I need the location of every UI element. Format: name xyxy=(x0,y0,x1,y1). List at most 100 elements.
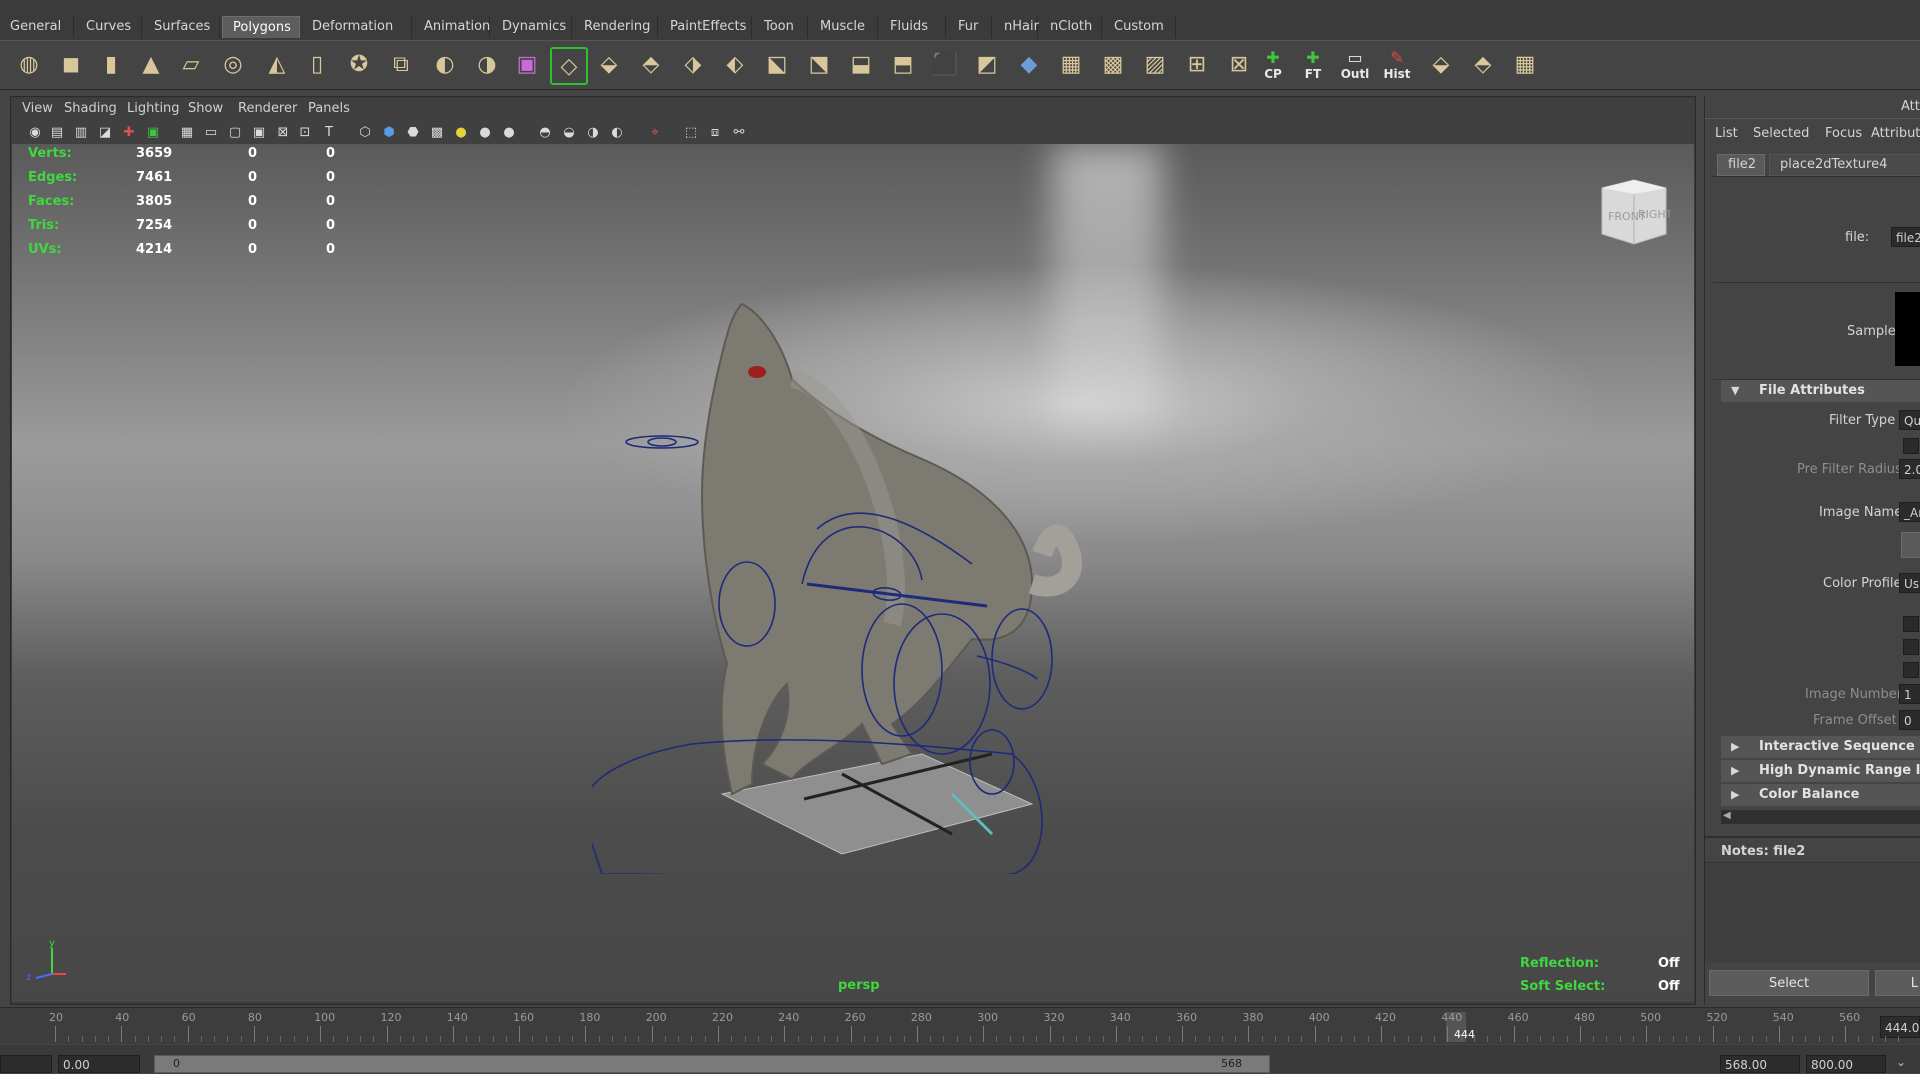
history-button[interactable]: ✎ Hist xyxy=(1380,47,1414,81)
shelf-tab-surfaces[interactable]: Surfaces xyxy=(144,16,220,38)
smooth-proxy-icon[interactable]: ▣ xyxy=(510,47,544,81)
current-frame-field[interactable]: 444.0 xyxy=(1880,1016,1920,1038)
pre-filter-checkbox[interactable] xyxy=(1903,438,1919,454)
wireframe-on-shaded-icon[interactable]: ⬣ xyxy=(404,123,422,141)
extrude-icon[interactable]: ◇ xyxy=(550,47,588,85)
checker-alt-icon[interactable]: ▩ xyxy=(1096,47,1130,81)
separate-icon[interactable]: ◐ xyxy=(428,47,462,81)
uv-editor-icon[interactable]: ⊠ xyxy=(1222,47,1256,81)
bevel-icon[interactable]: ⬓ xyxy=(844,47,878,81)
xray-components-icon[interactable]: ◐ xyxy=(608,123,626,141)
paint-weights-icon[interactable]: ⬘ xyxy=(1466,47,1500,81)
poly-torus-icon[interactable]: ◎ xyxy=(216,47,250,81)
gate-mask-icon[interactable]: ▣ xyxy=(250,123,268,141)
ae-menu-selected[interactable]: Selected xyxy=(1753,126,1809,141)
camera-attributes-icon[interactable]: ▤ xyxy=(48,123,66,141)
section-file-attributes[interactable]: ▼ File Attributes xyxy=(1721,380,1920,402)
grease-pencil-icon[interactable]: ▣ xyxy=(144,123,162,141)
poke-icon[interactable]: ⬛ xyxy=(928,47,962,81)
shelf-tab-painteffects[interactable]: PaintEffects xyxy=(660,16,752,38)
wedge-icon[interactable]: ⬒ xyxy=(886,47,920,81)
use-frame-extension-checkbox[interactable] xyxy=(1903,639,1919,655)
ae-menu-attributes[interactable]: Attribute xyxy=(1871,126,1920,141)
tab-place2dtexture4[interactable]: place2dTexture4 xyxy=(1769,154,1920,176)
shelf-tab-dynamics[interactable]: Dynamics xyxy=(492,16,572,38)
use-hardware-texture-checkbox[interactable] xyxy=(1903,662,1919,678)
cylindrical-map-icon[interactable]: ◆ xyxy=(1012,47,1046,81)
section-interactive-sequence[interactable]: ▶ Interactive Sequence Ca xyxy=(1721,736,1920,758)
image-name-field[interactable]: _Ar xyxy=(1899,502,1920,522)
tab-file2[interactable]: file2 xyxy=(1717,154,1765,176)
poly-cube-icon[interactable]: ◼ xyxy=(54,47,88,81)
section-color-balance[interactable]: ▶ Color Balance xyxy=(1721,784,1920,806)
append-polygon-icon[interactable]: ⬘ xyxy=(634,47,668,81)
ae-menu-list[interactable]: List xyxy=(1715,126,1738,141)
filter-type-dropdown[interactable]: Qu xyxy=(1899,410,1920,430)
wolf-model[interactable] xyxy=(592,284,1212,874)
ae-menu-focus[interactable]: Focus xyxy=(1825,126,1862,141)
file-node-name-field[interactable]: file2 xyxy=(1891,227,1920,247)
smooth-icon[interactable]: ◑ xyxy=(470,47,504,81)
shelf-tab-rendering[interactable]: Rendering xyxy=(574,16,658,38)
cp-button[interactable]: ✚ CP xyxy=(1256,47,1290,81)
shadows-icon[interactable]: ● xyxy=(500,123,518,141)
scroll-left-icon[interactable]: ◀ xyxy=(1723,810,1731,821)
view-cube-icon[interactable]: FRONT RIGHT xyxy=(1594,176,1670,248)
planar-map-icon[interactable]: ◩ xyxy=(970,47,1004,81)
offset-edge-loop-icon[interactable]: ⬕ xyxy=(760,47,794,81)
menu-shading[interactable]: Shading xyxy=(64,101,117,116)
uv-layout-icon[interactable]: ⊞ xyxy=(1180,47,1214,81)
safe-action-icon[interactable]: ⊡ xyxy=(296,123,314,141)
grid-icon[interactable]: ▦ xyxy=(178,123,196,141)
persp-viewport-scene[interactable]: Verts: 3659 0 0 Edges: 7461 0 0 Faces: 3805 0 0 Tris… xyxy=(12,144,1694,1002)
section-hdr[interactable]: ▶ High Dynamic Range Ima xyxy=(1721,760,1920,782)
shelf-tab-fluids[interactable]: Fluids xyxy=(880,16,946,38)
shelf-tab-custom[interactable]: Custom xyxy=(1104,16,1176,38)
poly-sphere-icon[interactable]: ◍ xyxy=(12,47,46,81)
shelf-tab-curves[interactable]: Curves xyxy=(76,16,142,38)
poly-cone-icon[interactable]: ▲ xyxy=(134,47,168,81)
field-chart-icon[interactable]: ⊠ xyxy=(274,123,292,141)
shelf-tab-animation[interactable]: Animation xyxy=(414,16,490,38)
image-number-field[interactable]: 1 xyxy=(1899,684,1920,704)
xray-icon[interactable]: ◒ xyxy=(560,123,578,141)
shelf-tab-polygons[interactable]: Polygons xyxy=(222,16,300,38)
insert-edge-loop-icon[interactable]: ⬖ xyxy=(718,47,752,81)
select-button[interactable]: Select xyxy=(1709,970,1869,996)
playback-start-field[interactable]: 0.00 xyxy=(58,1055,140,1073)
ft-button[interactable]: ✚ FT xyxy=(1296,47,1330,81)
default-lighting-icon[interactable]: ● xyxy=(452,123,470,141)
select-camera-icon[interactable]: ◉ xyxy=(26,123,44,141)
menu-show[interactable]: Show xyxy=(188,101,223,116)
shelf-tab-fur[interactable]: Fur xyxy=(948,16,992,38)
color-profile-dropdown[interactable]: Us xyxy=(1899,573,1920,593)
shelf-tab-deformation[interactable]: Deformation xyxy=(302,16,412,38)
poly-soccer-ball-icon[interactable]: ✪ xyxy=(342,47,376,81)
image-name-browse-button[interactable] xyxy=(1901,532,1920,558)
outliner-button[interactable]: ▭ Outl xyxy=(1338,47,1372,81)
shelf-tab-toon[interactable]: Toon xyxy=(754,16,808,38)
smooth-shade-icon[interactable]: ⬢ xyxy=(380,123,398,141)
bookmarks-icon[interactable]: ▥ xyxy=(72,123,90,141)
poly-prism-icon[interactable]: ◭ xyxy=(260,47,294,81)
isolate-select-icon[interactable]: ◓ xyxy=(536,123,554,141)
wireframe-icon[interactable]: ⬡ xyxy=(356,123,374,141)
poly-pipe-icon[interactable]: ▯ xyxy=(300,47,334,81)
hud-icon[interactable]: ⧈ xyxy=(706,123,724,141)
menu-panels[interactable]: Panels xyxy=(308,101,350,116)
bounding-box-icon[interactable]: ⬚ xyxy=(682,123,700,141)
merge-icon[interactable]: ⬔ xyxy=(802,47,836,81)
transfer-attributes-icon[interactable]: ⬙ xyxy=(1424,47,1458,81)
pre-filter-radius-field[interactable]: 2.0 xyxy=(1899,459,1920,479)
two-d-pan-zoom-icon[interactable]: ✚ xyxy=(120,123,138,141)
attribute-editor-hscrollbar[interactable]: ◀ xyxy=(1721,810,1920,824)
uv-snapshot-icon[interactable]: ▦ xyxy=(1508,47,1542,81)
shelf-tab-general[interactable]: General xyxy=(0,16,74,38)
shelf-tab-muscle[interactable]: Muscle xyxy=(810,16,878,38)
notes-textarea[interactable] xyxy=(1705,862,1920,963)
safe-title-icon[interactable]: T xyxy=(320,123,338,141)
load-attributes-button[interactable]: L xyxy=(1875,970,1920,996)
start-time-field[interactable] xyxy=(0,1055,52,1073)
checker-sphere-icon[interactable]: ▨ xyxy=(1138,47,1172,81)
use-image-sequence-checkbox[interactable] xyxy=(1903,616,1919,632)
